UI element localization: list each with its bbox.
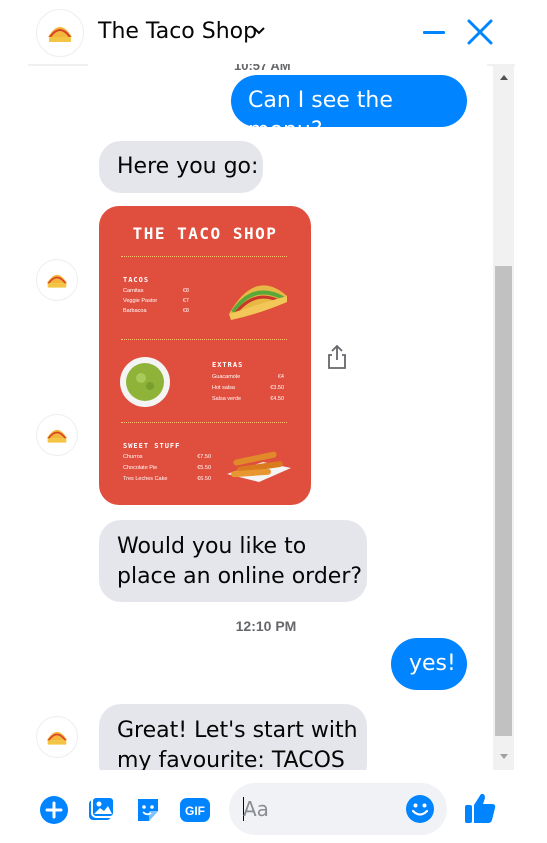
scrollbar[interactable] [493, 64, 514, 770]
emoji-button[interactable] [404, 793, 436, 825]
more-actions-button[interactable] [37, 793, 71, 827]
share-icon [328, 344, 346, 369]
menu-section-title: SWEET STUFF [123, 442, 181, 450]
message-text: Would you like to [117, 534, 307, 559]
photo-icon [89, 796, 115, 820]
chevron-down-icon[interactable] [252, 24, 266, 38]
divider [121, 339, 287, 340]
message-text: yes! [409, 651, 456, 676]
menu-item: Guacamole €4 [212, 374, 284, 380]
message-text: Great! Let's start with [117, 718, 358, 743]
incoming-message[interactable]: Here you go: [99, 141, 263, 193]
thumbs-up-icon [465, 793, 496, 823]
churros-picture [227, 451, 291, 482]
chat-header: The Taco Shop [0, 0, 547, 64]
message-text: Here you go: [117, 154, 259, 179]
attach-photo-button[interactable] [84, 793, 118, 827]
guacamole-picture [120, 357, 170, 407]
divider [121, 422, 287, 423]
menu-item: Barbacoa €8 [123, 308, 189, 314]
menu-section-title: EXTRAS [212, 361, 244, 369]
sticker-icon [138, 799, 158, 821]
menu-section-title: TACOS [123, 276, 150, 284]
menu-item: Churros €7.50 [123, 454, 211, 460]
close-button[interactable] [462, 14, 498, 50]
incoming-message[interactable]: Would you like to place an online order? [99, 520, 367, 602]
message-input-container[interactable] [229, 783, 447, 835]
plus-icon [40, 796, 68, 824]
outgoing-message[interactable]: Can I see the menu? [231, 75, 467, 143]
minimize-icon [423, 31, 445, 34]
chat-title[interactable]: The Taco Shop [98, 19, 257, 44]
like-button[interactable] [463, 791, 497, 825]
divider [121, 256, 287, 257]
minimize-button[interactable] [418, 16, 450, 48]
timestamp: 12:10 PM [235, 618, 297, 634]
scroll-down-button[interactable] [493, 750, 514, 764]
message-list[interactable]: 10:57 AM Can I see the menu? Here you go… [0, 64, 547, 770]
shop-avatar[interactable] [36, 259, 78, 301]
menu-item: Tres Leches Cake €6.50 [123, 476, 211, 482]
emoji-icon [406, 795, 434, 823]
gif-icon: GIF [180, 798, 210, 822]
taco-logo-icon [46, 731, 68, 745]
taco-logo-icon [46, 429, 68, 443]
caret-up-icon [499, 75, 508, 80]
taco-logo-icon [41, 14, 79, 52]
scrollbar-thumb[interactable] [495, 266, 512, 736]
timestamp: 10:57 AM [234, 64, 291, 73]
outgoing-message[interactable]: yes! [391, 638, 467, 690]
incoming-message[interactable]: Great! Let's start with my favourite: TA… [99, 704, 367, 770]
menu-item: Veggie Pastor €7 [123, 298, 189, 304]
scroll-up-button[interactable] [493, 70, 514, 84]
share-button[interactable] [324, 343, 350, 371]
close-icon [467, 19, 493, 45]
message-text: my favourite: TACOS [117, 748, 345, 770]
message-text: place an online order? [117, 564, 363, 589]
menu-image[interactable]: THE TACO SHOP TACOS Carnitas €8 Veggie Pa… [99, 206, 311, 505]
menu-item: Carnitas €8 [123, 288, 189, 294]
menu-item: Salsa verde €4.50 [212, 396, 284, 402]
shop-avatar[interactable] [36, 9, 84, 57]
message-composer: GIF [0, 770, 547, 843]
shop-avatar[interactable] [36, 716, 78, 758]
caret-down-icon [499, 754, 508, 759]
taco-picture [229, 285, 287, 320]
shop-avatar[interactable] [36, 414, 78, 456]
taco-logo-icon [46, 274, 68, 288]
sticker-button[interactable] [131, 793, 165, 827]
menu-title: THE TACO SHOP [132, 224, 278, 243]
menu-item: Chocolate Pie €5.50 [123, 465, 211, 471]
message-input[interactable] [243, 783, 393, 835]
message-text: Can I see the menu? [248, 88, 393, 143]
svg-text:GIF: GIF [185, 804, 205, 818]
header-divider [28, 64, 88, 68]
gif-button[interactable]: GIF [178, 793, 212, 827]
menu-item: Hot salsa €3.50 [212, 385, 284, 391]
